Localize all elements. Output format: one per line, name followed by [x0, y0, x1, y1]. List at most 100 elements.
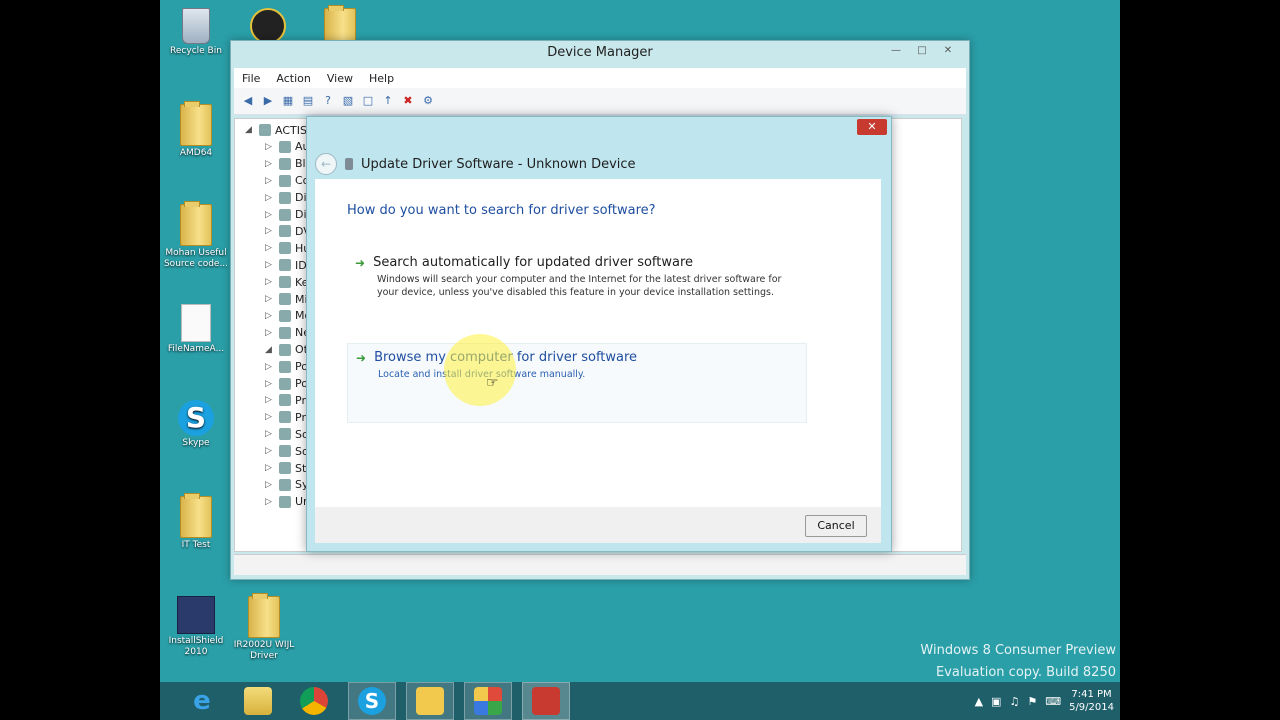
tree-item[interactable]: ◢ Ot	[265, 342, 308, 358]
desktop-icon-recycle-bin[interactable]: Recycle Bin	[160, 8, 232, 57]
expand-chevron-icon[interactable]: ▷	[265, 463, 275, 473]
browse-computer-option[interactable]: ➜Browse my computer for driver software …	[347, 343, 807, 423]
scan-hardware-icon[interactable]: ⚙	[420, 93, 436, 109]
clock[interactable]: 7:41 PM 5/9/2014	[1069, 688, 1114, 714]
expand-chevron-icon[interactable]: ◢	[265, 345, 275, 355]
expand-chevron-icon[interactable]: ▷	[265, 193, 275, 203]
expand-chevron-icon[interactable]: ▷	[265, 362, 275, 372]
expand-chevron-icon[interactable]: ▷	[265, 159, 275, 169]
desktop-icon-ir2002u[interactable]: IR2002U WIJL Driver	[228, 593, 300, 662]
tree-item[interactable]: ▷ St	[265, 460, 306, 476]
forward-icon[interactable]: ▶	[260, 93, 276, 109]
back-icon[interactable]: ◀	[240, 93, 256, 109]
expand-chevron-icon[interactable]: ▷	[265, 395, 275, 405]
update-driver-icon[interactable]: ↑	[380, 93, 396, 109]
taskbar-explorer[interactable]	[234, 682, 282, 720]
minimize-button[interactable]: —	[885, 44, 907, 58]
tree-item[interactable]: ▷ So	[265, 443, 309, 459]
tree-item[interactable]: ▷ Hu	[265, 240, 310, 256]
desktop-icon-skype[interactable]: S Skype	[160, 400, 232, 449]
tree-item[interactable]: ▷ Mo	[265, 308, 311, 324]
tree-item[interactable]: ▷ Bl	[265, 156, 306, 172]
tree-item[interactable]: ▷ ID	[265, 257, 307, 273]
file-explorer-icon	[244, 687, 272, 715]
expand-chevron-icon[interactable]: ▷	[265, 446, 275, 456]
desktop-icon-it-test[interactable]: IT Test	[160, 493, 232, 551]
uninstall-icon[interactable]: ✖	[400, 93, 416, 109]
tree-item[interactable]: ▷ Mi	[265, 291, 308, 307]
expand-chevron-icon[interactable]: ▷	[265, 328, 275, 338]
menu-view[interactable]: View	[319, 72, 361, 85]
expand-chevron-icon[interactable]: ▷	[265, 210, 275, 220]
expand-chevron-icon[interactable]: ▷	[265, 277, 275, 287]
expand-chevron-icon[interactable]: ◢	[245, 125, 255, 135]
desktop-icon-filename[interactable]: FileNameA...	[160, 304, 232, 355]
expand-chevron-icon[interactable]: ▷	[265, 176, 275, 186]
expand-chevron-icon[interactable]: ▷	[265, 429, 275, 439]
tree-item[interactable]: ▷ Di	[265, 207, 307, 223]
tree-item[interactable]: ▷ Au	[265, 139, 310, 155]
folder-icon	[180, 101, 212, 146]
device-category-icon	[259, 124, 271, 136]
clock-time: 7:41 PM	[1071, 689, 1112, 700]
expand-chevron-icon[interactable]: ▷	[265, 142, 275, 152]
tree-item[interactable]: ▷ Un	[265, 494, 310, 510]
tree-item[interactable]: ▷ Sy	[265, 477, 309, 493]
properties-icon[interactable]: ▤	[300, 93, 316, 109]
tree-item[interactable]: ▷ Po	[265, 359, 308, 375]
tree-item[interactable]: ▷ DV	[265, 223, 311, 239]
cancel-button[interactable]: Cancel	[805, 515, 867, 537]
evaluation-watermark: Windows 8 Consumer Preview Evaluation co…	[920, 640, 1116, 684]
tree-item[interactable]: ▷ Co	[265, 173, 309, 189]
desktop-icon-label: Mohan Useful Source code...	[163, 248, 229, 269]
device-category-icon	[279, 157, 291, 170]
menu-file[interactable]: File	[234, 72, 268, 85]
taskbar-app[interactable]	[406, 682, 454, 720]
help-icon[interactable]: ?	[320, 93, 336, 109]
volume-icon[interactable]: ♫	[1009, 695, 1019, 708]
network-icon[interactable]: ▣	[991, 695, 1001, 708]
taskbar-skype[interactable]: S	[348, 682, 396, 720]
device-category-icon	[279, 495, 291, 508]
menu-action[interactable]: Action	[268, 72, 318, 85]
show-hidden-icons-icon[interactable]: ▲	[975, 695, 983, 708]
expand-chevron-icon[interactable]: ▷	[265, 412, 275, 422]
tree-item[interactable]: ▷ So	[265, 426, 309, 442]
desktop-icon-mohan[interactable]: Mohan Useful Source code...	[160, 201, 232, 270]
expand-chevron-icon[interactable]: ▷	[265, 260, 275, 270]
language-icon[interactable]: ⌨	[1045, 695, 1061, 708]
option-description: Locate and install driver software manua…	[378, 369, 586, 380]
device-category-icon	[279, 225, 291, 238]
expand-chevron-icon[interactable]: ▷	[265, 226, 275, 236]
action-center-icon[interactable]: ⚑	[1027, 695, 1037, 708]
search-automatically-option[interactable]: ➜ Search automatically for updated driver…	[347, 249, 805, 325]
tree-item[interactable]: ▷ Pr	[265, 392, 306, 408]
taskbar-control-panel[interactable]	[464, 682, 512, 720]
tree-item[interactable]: ▷ Ne	[265, 325, 310, 341]
computer-icon[interactable]: □	[360, 93, 376, 109]
view-icon[interactable]: ▧	[340, 93, 356, 109]
menu-help[interactable]: Help	[361, 72, 402, 85]
taskbar-device-manager[interactable]	[522, 682, 570, 720]
tree-item[interactable]: ▷ Pr	[265, 409, 306, 425]
show-hide-tree-icon[interactable]: ▦	[280, 93, 296, 109]
tree-item[interactable]: ▷ Di	[265, 190, 307, 206]
taskbar-chrome[interactable]	[290, 682, 338, 720]
expand-chevron-icon[interactable]: ▷	[265, 497, 275, 507]
expand-chevron-icon[interactable]: ▷	[265, 311, 275, 321]
expand-chevron-icon[interactable]: ▷	[265, 294, 275, 304]
tree-item-label: Pr	[295, 410, 306, 424]
skype-icon: S	[358, 687, 386, 715]
maximize-button[interactable]: □	[911, 44, 933, 58]
taskbar-ie[interactable]: e	[178, 682, 226, 720]
expand-chevron-icon[interactable]: ▷	[265, 379, 275, 389]
desktop-icon-amd64[interactable]: AMD64	[160, 101, 232, 159]
desktop-icon-installshield[interactable]: InstallShield 2010	[160, 596, 232, 658]
tree-item[interactable]: ▷ Ke	[265, 274, 308, 290]
close-button[interactable]: ✕	[937, 44, 959, 58]
back-button[interactable]: ←	[315, 153, 337, 175]
expand-chevron-icon[interactable]: ▷	[265, 480, 275, 490]
expand-chevron-icon[interactable]: ▷	[265, 243, 275, 253]
dialog-close-button[interactable]: ✕	[857, 119, 887, 135]
tree-item[interactable]: ▷ Po	[265, 376, 308, 392]
